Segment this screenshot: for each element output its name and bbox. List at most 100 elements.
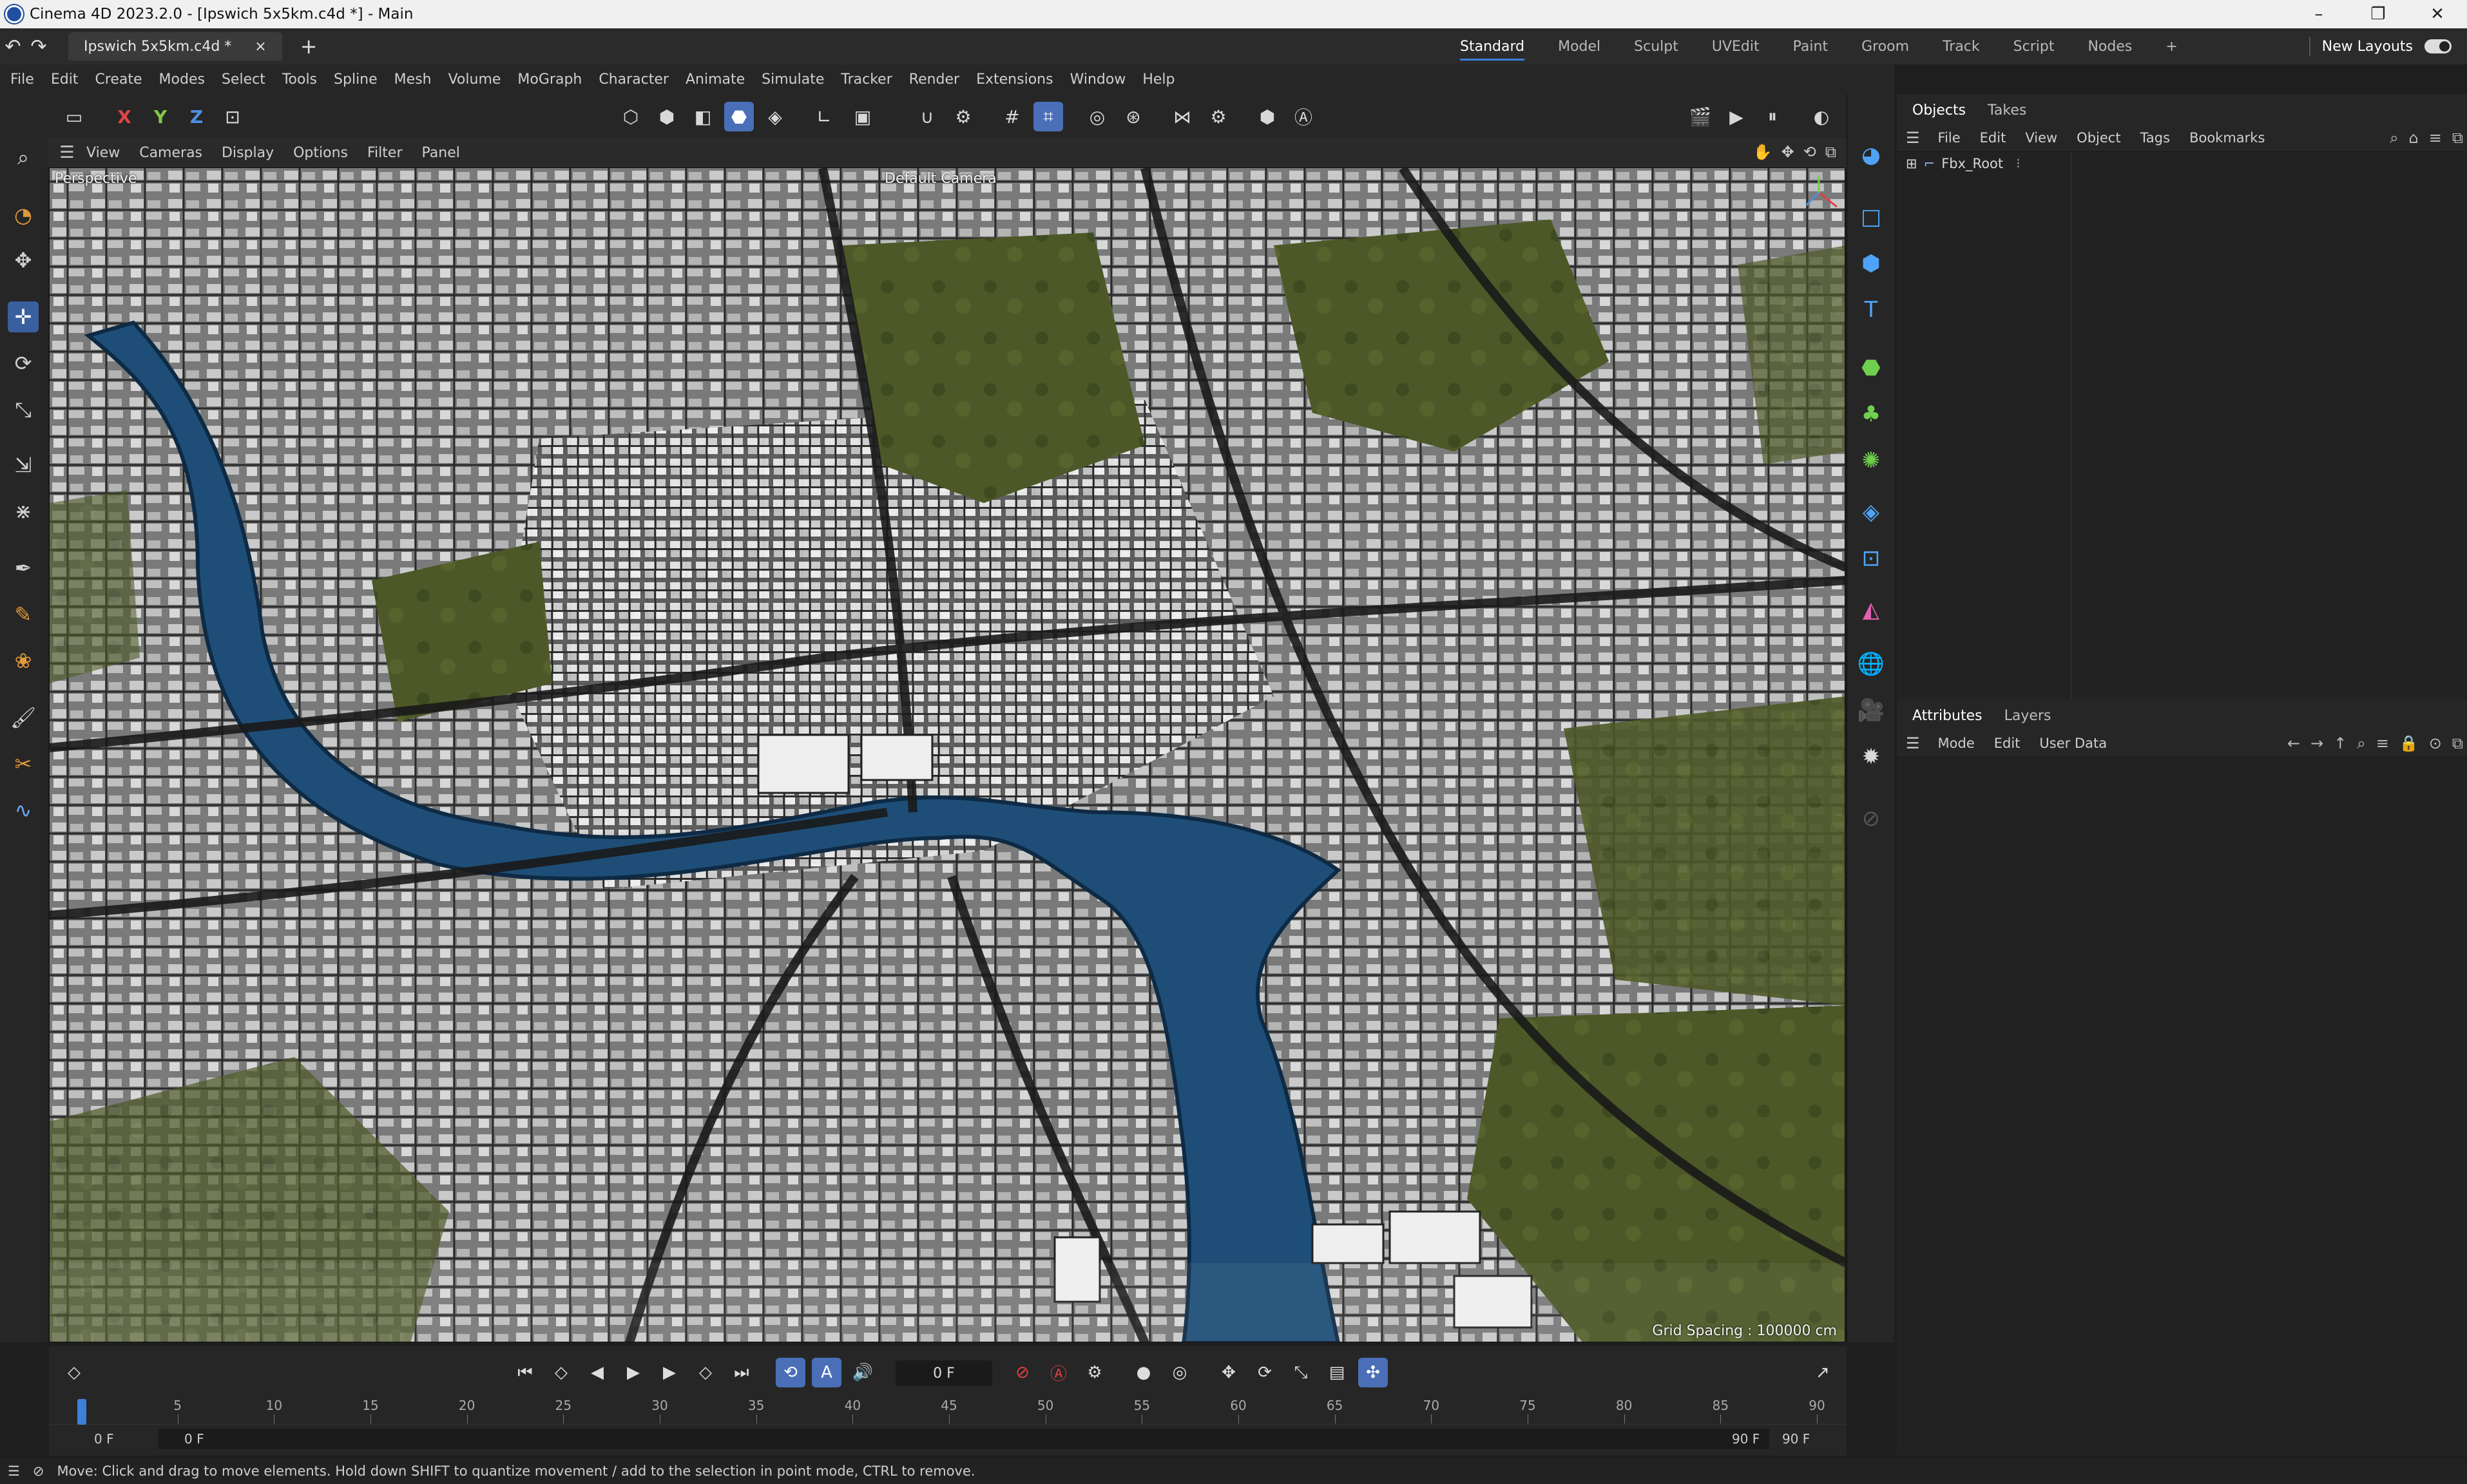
solo-icon[interactable]: ⬢ — [1253, 102, 1282, 131]
brush-tool-icon[interactable]: 🖌 — [8, 702, 39, 733]
auto-key-icon[interactable]: Ⓐ — [1289, 102, 1318, 131]
menu-character[interactable]: Character — [599, 71, 669, 88]
grid-snap-icon[interactable]: ⌗ — [1033, 102, 1063, 131]
objects-menu-tags[interactable]: Tags — [2140, 130, 2171, 146]
previous-frame-icon[interactable]: ◀ — [582, 1358, 612, 1387]
tab-layers[interactable]: Layers — [2004, 708, 2051, 729]
spline-smooth-icon[interactable]: ∿ — [8, 795, 39, 826]
menu-modes[interactable]: Modes — [159, 71, 205, 88]
object-row-fbx-root[interactable]: ⊞ ⌐ Fbx_Root ⁝ — [1897, 152, 2467, 175]
expand-icon[interactable]: ⊞ — [1906, 156, 1917, 171]
menu-file[interactable]: File — [10, 71, 34, 88]
create-text-icon[interactable]: T — [1855, 294, 1887, 326]
uv-mode-icon[interactable]: ▣ — [848, 102, 878, 131]
tab-attributes[interactable]: Attributes — [1912, 708, 1982, 729]
search-icon[interactable]: ⌕ — [2357, 734, 2365, 752]
menu-mesh[interactable]: Mesh — [394, 71, 432, 88]
scale-tool-icon[interactable]: ⤡ — [8, 394, 39, 425]
next-key-icon[interactable]: ◇ — [691, 1358, 720, 1387]
edges-mode-icon[interactable]: ⬢ — [652, 102, 682, 131]
transform-tool-icon[interactable]: ⇲ — [8, 450, 39, 480]
attributes-menu-mode[interactable]: Mode — [1938, 736, 1975, 751]
timeline-ruler[interactable]: 051015202530354045505560657075808590 — [49, 1395, 1847, 1425]
add-tab-button[interactable]: + — [300, 34, 318, 59]
attributes-menu-icon[interactable]: ☰ — [1906, 734, 1920, 752]
render-to-picture-viewer-icon[interactable]: ▶ — [1722, 102, 1751, 131]
menu-tools[interactable]: Tools — [282, 71, 317, 88]
status-menu-icon[interactable]: ☰ — [8, 1463, 20, 1479]
pan-hand-icon[interactable]: ✋ — [1753, 143, 1772, 161]
workplane-icon[interactable]: # — [997, 102, 1027, 131]
undo-icon[interactable]: ↶ — [0, 35, 26, 58]
redo-icon[interactable]: ↷ — [26, 35, 52, 58]
3d-viewport[interactable]: Perspective Default Camera Grid Spacing … — [49, 167, 1845, 1342]
selection-tools-icon[interactable]: ✥ — [8, 245, 39, 276]
filter-icon[interactable]: ≡ — [2376, 734, 2389, 752]
search-icon[interactable]: ⌕ — [2390, 129, 2398, 147]
layout-uvedit[interactable]: UVEdit — [1712, 39, 1760, 55]
maximize-viewport-icon[interactable]: ⧉ — [1825, 143, 1836, 161]
layout-sculpt[interactable]: Sculpt — [1634, 39, 1678, 55]
viewport-camera-label[interactable]: Default Camera — [885, 171, 997, 187]
menu-select[interactable]: Select — [222, 71, 265, 88]
viewport-menu-options[interactable]: Options — [293, 145, 348, 161]
sound-icon[interactable]: 🔊 — [848, 1358, 878, 1387]
current-frame-field[interactable]: 0 F — [896, 1360, 992, 1386]
symmetry-icon[interactable]: ⋈ — [1167, 102, 1197, 131]
move-tool-icon[interactable]: ✛ — [8, 301, 39, 332]
layout-nodes[interactable]: Nodes — [2088, 39, 2132, 55]
move-camera-icon[interactable]: ✥ — [1781, 143, 1794, 161]
parameter-track-icon[interactable]: ▤ — [1322, 1358, 1352, 1387]
viewport-menu-filter[interactable]: Filter — [367, 145, 402, 161]
tab-takes[interactable]: Takes — [1988, 102, 2026, 124]
coordinate-system-icon[interactable]: ⊡ — [218, 102, 247, 131]
sketch-tool-icon[interactable]: ✎ — [8, 599, 39, 630]
objects-menu-edit[interactable]: Edit — [1980, 130, 2006, 146]
menu-edit[interactable]: Edit — [51, 71, 79, 88]
keyframe-selection-icon[interactable]: ● — [1129, 1358, 1158, 1387]
orbit-camera-icon[interactable]: ⟲ — [1803, 143, 1816, 161]
lock-y-axis-button[interactable]: Y — [146, 102, 175, 131]
visibility-toggle-icon[interactable]: ⁝ — [2016, 156, 2021, 171]
polygons-mode-icon[interactable]: ◧ — [688, 102, 718, 131]
layout-track[interactable]: Track — [1943, 39, 1980, 55]
selection-filter-icon[interactable]: ▭ — [59, 102, 89, 131]
objects-menu-file[interactable]: File — [1938, 130, 1961, 146]
axis-mode-icon[interactable]: ∟ — [809, 102, 839, 131]
close-tab-icon[interactable]: × — [254, 39, 266, 55]
object-name[interactable]: Fbx_Root — [1941, 156, 2003, 171]
menu-spline[interactable]: Spline — [334, 71, 378, 88]
cloner-icon[interactable]: ♣ — [1855, 398, 1887, 430]
position-track-icon[interactable]: ✥ — [1214, 1358, 1243, 1387]
loop-icon[interactable]: ⟲ — [776, 1358, 805, 1387]
live-selection-icon[interactable]: ◔ — [8, 200, 39, 231]
motion-record-icon[interactable]: ◎ — [1165, 1358, 1195, 1387]
texture-mode-icon[interactable]: ◈ — [760, 102, 790, 131]
lock-icon[interactable]: 🔒 — [2399, 734, 2419, 752]
go-to-end-icon[interactable]: ⏭ — [727, 1358, 756, 1387]
light-icon[interactable]: ✹ — [1855, 741, 1887, 773]
up-arrow-icon[interactable]: ↑ — [2334, 734, 2347, 752]
create-rectangle-spline-icon[interactable]: □ — [1855, 201, 1887, 233]
menu-tracker[interactable]: Tracker — [841, 71, 892, 88]
field-icon[interactable]: ⊡ — [1855, 542, 1887, 575]
paint-tool-icon[interactable]: ❀ — [8, 645, 39, 676]
objects-menu-object[interactable]: Object — [2077, 130, 2120, 146]
preview-range-bar[interactable] — [158, 1429, 1769, 1449]
rotate-tool-icon[interactable]: ⟳ — [8, 348, 39, 379]
attributes-menu-user-data[interactable]: User Data — [2039, 736, 2107, 751]
menu-extensions[interactable]: Extensions — [976, 71, 1053, 88]
objects-menu-view[interactable]: View — [2025, 130, 2057, 146]
snap-settings-icon[interactable]: ⚙ — [948, 102, 978, 131]
search-icon[interactable]: ⌕ — [8, 142, 39, 173]
keyframe-diamond-icon[interactable]: ◇ — [59, 1358, 89, 1387]
range-end-field[interactable]: 90 F — [1782, 1429, 1810, 1449]
effector-icon[interactable]: ✺ — [1855, 444, 1887, 477]
layout-standard[interactable]: Standard — [1460, 39, 1525, 61]
create-camera-icon[interactable]: ◕ — [1855, 139, 1887, 171]
snap-magnet-icon[interactable]: ∪ — [912, 102, 942, 131]
model-mode-icon[interactable]: ⬣ — [724, 102, 754, 131]
maximize-button[interactable]: ❐ — [2348, 0, 2408, 28]
viewport-menu-view[interactable]: View — [86, 145, 120, 161]
range-start-field[interactable]: 0 F — [94, 1429, 114, 1449]
